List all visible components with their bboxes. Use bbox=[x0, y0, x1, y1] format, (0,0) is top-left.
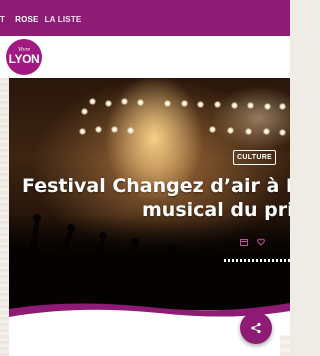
site-header: Vivre LYON bbox=[0, 36, 290, 78]
heart-icon[interactable] bbox=[257, 238, 265, 246]
nav-item-rose[interactable]: ROSE bbox=[15, 15, 38, 24]
logo-text-lyon: LYON bbox=[8, 52, 40, 66]
article-title[interactable]: Festival Changez d’air à Ly musical du p… bbox=[22, 174, 290, 222]
share-button[interactable] bbox=[240, 312, 272, 344]
category-badge[interactable]: CULTURE bbox=[233, 150, 277, 165]
content-area bbox=[9, 318, 280, 356]
background-texture-left bbox=[0, 36, 9, 356]
nav-item-partial[interactable]: T bbox=[0, 15, 5, 24]
top-nav: T ROSE LA LISTE bbox=[0, 13, 81, 25]
top-nav-bar: T ROSE LA LISTE bbox=[0, 0, 290, 37]
nav-item-la-liste[interactable]: LA LISTE bbox=[45, 15, 82, 24]
article-title-line1: Festival Changez d’air à Ly bbox=[22, 175, 290, 197]
calendar-icon[interactable] bbox=[240, 238, 248, 246]
article-actions bbox=[240, 238, 265, 246]
article-title-line2: musical du pri bbox=[142, 199, 290, 221]
carousel-progress bbox=[224, 259, 290, 262]
site-logo[interactable]: Vivre LYON bbox=[6, 39, 42, 75]
share-icon bbox=[250, 319, 262, 338]
